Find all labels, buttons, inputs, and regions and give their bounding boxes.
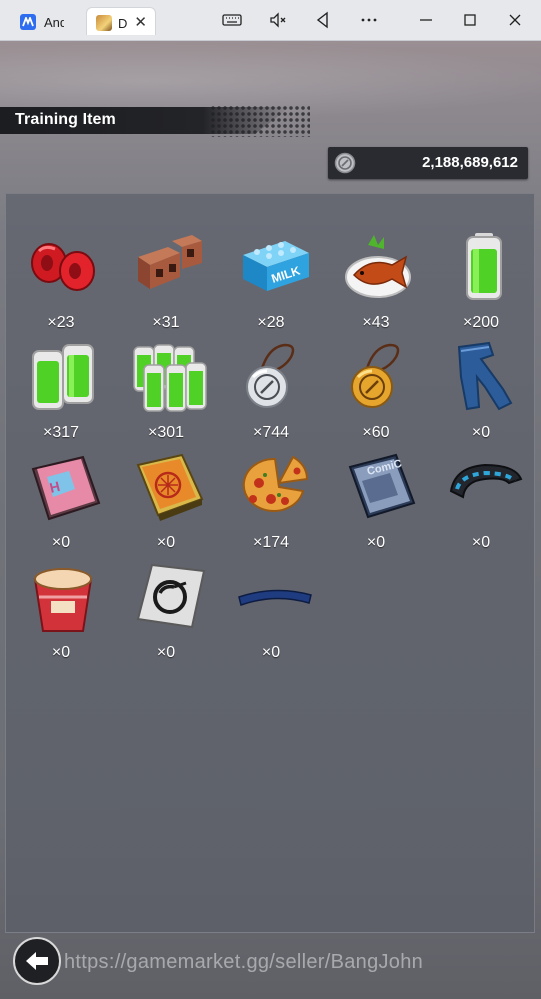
item-quantity: ×31 — [152, 314, 180, 331]
wristband-icon — [449, 463, 523, 499]
item-slot[interactable]: MILK ×28 — [221, 227, 326, 337]
currency-value: 2,188,689,612 — [422, 154, 518, 171]
item-quantity: ×0 — [366, 534, 386, 551]
tab-android[interactable]: Andr — [12, 7, 74, 35]
item-quantity: ×0 — [471, 424, 491, 441]
back-arrow-icon — [26, 952, 48, 970]
item-quantity: ×744 — [252, 424, 290, 441]
double-battery-icon — [32, 344, 94, 410]
cinder-blocks-icon — [138, 235, 202, 289]
gold-medallion-icon — [351, 343, 400, 408]
item-slot[interactable]: ×174 — [221, 447, 326, 557]
item-quantity: ×0 — [156, 644, 176, 661]
blue-headband-icon — [238, 589, 312, 606]
tab-game[interactable]: D ✕ — [86, 7, 156, 35]
silver-medallion-icon — [246, 343, 295, 408]
item-quantity: ×317 — [42, 424, 80, 441]
item-quantity: ×60 — [362, 424, 390, 441]
maximize-icon[interactable] — [458, 8, 482, 32]
tab-label: Andr — [44, 15, 64, 30]
single-battery-icon — [466, 233, 502, 300]
page-title: Training Item — [15, 111, 116, 128]
back-button[interactable] — [13, 937, 61, 985]
item-slot[interactable]: ×43 — [326, 227, 431, 337]
battery-pack-icon — [133, 344, 207, 412]
comic-book-icon: ComiC — [348, 453, 416, 519]
window-titlebar: Andr D ✕ — [0, 0, 541, 41]
item-slot[interactable]: H ×0 — [11, 447, 116, 557]
app-logo-icon — [20, 14, 36, 30]
symbol-card-icon — [136, 563, 206, 629]
minimize-icon[interactable] — [414, 8, 438, 32]
mute-icon[interactable] — [266, 8, 290, 32]
item-slot[interactable]: ×0 — [11, 557, 116, 667]
jeans-icon — [457, 341, 513, 411]
close-window-icon[interactable] — [503, 8, 527, 32]
item-quantity: ×200 — [462, 314, 500, 331]
item-slot[interactable]: ×0 — [221, 557, 326, 667]
item-slot[interactable]: ComiC ×0 — [326, 447, 431, 557]
item-slot[interactable]: ×301 — [116, 337, 221, 447]
game-screen: Training Item 2,188,689,612 ×23 ×31 MILK… — [0, 41, 541, 999]
item-quantity: ×0 — [156, 534, 176, 551]
item-slot[interactable]: ×0 — [116, 557, 221, 667]
item-slot[interactable]: ×60 — [326, 337, 431, 447]
item-quantity: ×23 — [47, 314, 75, 331]
item-quantity: ×28 — [257, 314, 285, 331]
coin-icon — [334, 152, 356, 174]
red-dumbbell-weights-icon — [31, 243, 95, 291]
grilled-fish-plate-icon — [345, 235, 411, 298]
back-triangle-icon[interactable] — [311, 8, 335, 32]
milk-carton-icon: MILK — [243, 241, 309, 291]
header-halftone — [210, 105, 310, 137]
item-quantity: ×0 — [471, 534, 491, 551]
picture-book-icon: H — [31, 455, 101, 521]
orange-book-icon — [136, 453, 204, 521]
currency-display: 2,188,689,612 — [328, 147, 528, 179]
item-quantity: ×43 — [362, 314, 390, 331]
watermark-text: https://gamemarket.gg/seller/BangJohn — [64, 951, 424, 973]
item-slot[interactable]: ×317 — [11, 337, 116, 447]
item-slot[interactable]: ×744 — [221, 337, 326, 447]
close-tab-icon[interactable]: ✕ — [134, 13, 147, 31]
item-grid-panel: ×23 ×31 MILK ×28 ×43 ×200 ×317 ×301 ×744… — [5, 193, 535, 933]
item-quantity: ×0 — [51, 534, 71, 551]
item-slot[interactable]: ×31 — [116, 227, 221, 337]
game-avatar-icon — [96, 15, 112, 31]
item-slot[interactable]: ×200 — [431, 227, 536, 337]
pizza-icon — [242, 455, 309, 512]
item-quantity: ×0 — [51, 644, 71, 661]
cup-noodle-icon — [33, 568, 93, 632]
more-options-icon[interactable] — [357, 8, 381, 32]
item-slot[interactable]: ×0 — [431, 337, 536, 447]
item-quantity: ×301 — [147, 424, 185, 441]
item-slot[interactable]: ×0 — [116, 447, 221, 557]
item-quantity: ×0 — [261, 644, 281, 661]
item-slot[interactable]: ×23 — [11, 227, 116, 337]
item-quantity: ×174 — [252, 534, 290, 551]
tab-label: D — [118, 16, 128, 31]
keyboard-icon[interactable] — [220, 8, 244, 32]
item-slot[interactable]: ×0 — [431, 447, 536, 557]
